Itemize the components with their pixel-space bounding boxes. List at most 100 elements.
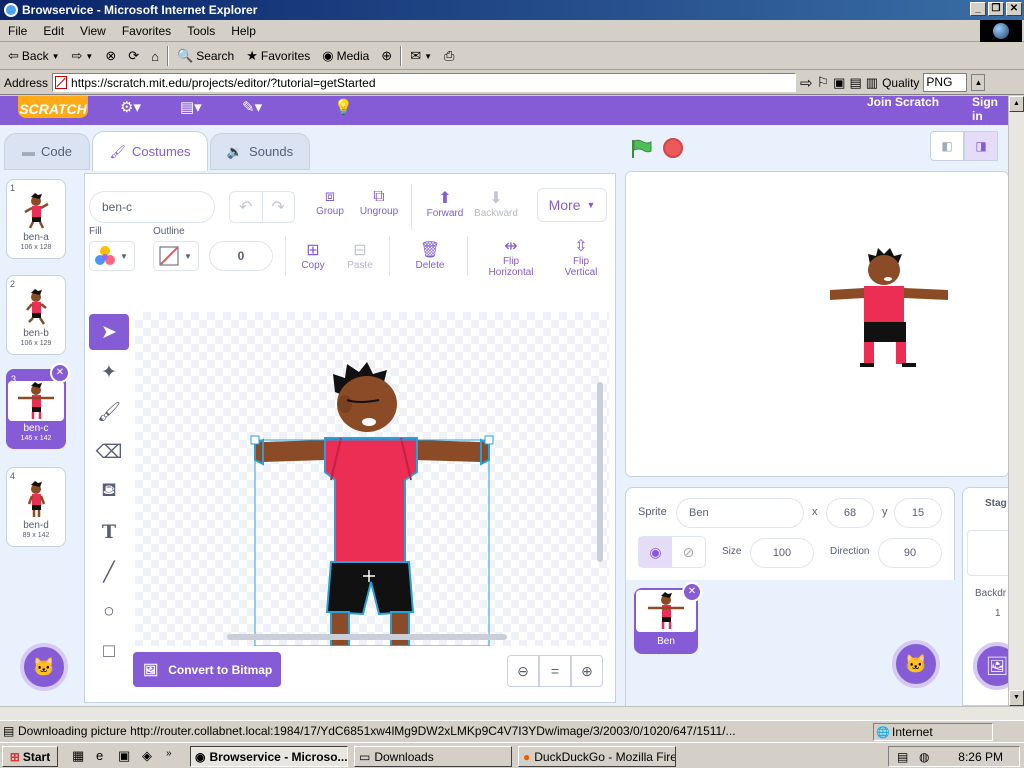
group-button[interactable]: ⧈ Group (313, 188, 347, 217)
task-downloads[interactable]: ▭ Downloads (354, 746, 512, 767)
fill-color-picker[interactable]: ▼ (89, 241, 135, 271)
costume-tile[interactable]: 2 ben-b 106 x 129 (6, 275, 66, 355)
convert-to-bitmap-button[interactable]: 🖼 Convert to Bitmap (133, 652, 281, 687)
start-button[interactable]: ⊞ Start (2, 746, 58, 767)
zoom-reset-button[interactable]: = (539, 655, 571, 687)
forward-button[interactable]: ⇨ ▼ (68, 46, 98, 66)
costume-tile-selected[interactable]: 3 ben-c 146 x 142 ✕ (6, 363, 70, 449)
zoom-out-button[interactable]: ⊖ (507, 655, 539, 687)
costume-tile[interactable]: 1 ben-a 106 x 128 (6, 179, 66, 259)
ungroup-button[interactable]: ⧉ Ungroup (357, 188, 401, 217)
scroll-down-icon[interactable]: ▼ (1009, 690, 1024, 706)
mail-button[interactable]: ✉ ▼ (406, 46, 436, 66)
paint-canvas[interactable] (135, 312, 609, 646)
brush-tool[interactable]: 🖌 (89, 394, 129, 430)
outline-color-picker[interactable]: ▼ (153, 241, 199, 271)
quality-select[interactable]: PNG (923, 73, 968, 92)
flip-vertical-button[interactable]: ⇳ Flip Vertical (555, 236, 607, 278)
choose-sprite-button[interactable]: 🐱 (892, 640, 940, 688)
settings-gear-icon[interactable]: ⚙▾ (120, 98, 141, 116)
menu-help[interactable]: Help (223, 24, 264, 38)
menu-tools[interactable]: Tools (179, 24, 223, 38)
horizontal-scrollbar[interactable] (0, 706, 1024, 720)
large-stage-button[interactable]: ◨ (964, 131, 998, 161)
history-button[interactable]: ⊕ (377, 46, 396, 66)
network-icon[interactable]: ▤ (897, 750, 908, 764)
explorer-quicklaunch-icon[interactable]: ▣ (118, 748, 130, 764)
media-button[interactable]: ◉ Media (318, 46, 373, 66)
show-desktop-icon[interactable]: ▦ (72, 748, 84, 764)
redo-icon[interactable]: ↷ (263, 192, 295, 222)
menu-favorites[interactable]: Favorites (114, 24, 179, 38)
ie-quicklaunch-icon[interactable]: e (96, 748, 103, 763)
scratch-logo[interactable]: SCRATCH (18, 96, 88, 118)
chevron-right-icon[interactable]: » (166, 748, 172, 759)
flip-horizontal-button[interactable]: ⇹ Flip Horizontal (481, 236, 541, 278)
select-tool[interactable]: ➤ (89, 314, 129, 350)
tab-costumes[interactable]: 🖌 Costumes (92, 131, 208, 171)
print-button[interactable]: ⎙ (440, 46, 458, 66)
tab-sounds[interactable]: 🔉 Sounds (210, 133, 310, 170)
sprite-tile-selected[interactable]: Ben ✕ (634, 582, 702, 654)
stage-thumbnail[interactable] (967, 530, 1008, 576)
address-input[interactable]: https://scratch.mit.edu/projects/editor/… (52, 73, 797, 92)
nav-icon-2[interactable]: ▤ (849, 75, 861, 91)
task-firefox[interactable]: ● DuckDuckGo - Mozilla Fire... (518, 746, 676, 767)
search-button[interactable]: 🔍 Search (173, 46, 238, 66)
stage[interactable] (625, 171, 1008, 477)
menu-view[interactable]: View (72, 24, 114, 38)
more-menu-button[interactable]: More ▼ (537, 188, 607, 222)
stop-button-scratch[interactable] (663, 138, 683, 158)
green-flag-button[interactable] (630, 138, 652, 163)
undo-icon[interactable]: ↶ (230, 192, 263, 222)
copy-button[interactable]: ⊞ Copy (295, 240, 331, 271)
quality-dropdown-icon[interactable]: ▲ (971, 74, 986, 91)
nav-icon-1[interactable]: ▣ (833, 75, 845, 91)
go-arrow-icon[interactable]: ⇨ (800, 74, 813, 92)
close-button[interactable]: ✕ (1006, 2, 1022, 16)
join-scratch-link[interactable]: Join Scratch (867, 96, 939, 109)
delete-button[interactable]: 🗑 Delete (407, 240, 453, 271)
zoom-in-button[interactable]: ⊕ (571, 655, 603, 687)
task-browservice[interactable]: ◉ Browservice - Microso... (190, 746, 348, 767)
direction-input[interactable]: 90 (878, 538, 942, 568)
hide-eye-icon[interactable]: ⊘ (672, 537, 705, 567)
media-quicklaunch-icon[interactable]: ◈ (142, 748, 152, 764)
volume-icon[interactable]: ◍ (919, 750, 929, 764)
costume-tile[interactable]: 4 ben-d 89 x 142 (6, 467, 66, 547)
file-menu-icon[interactable]: ▤▾ (180, 98, 202, 116)
small-stage-button[interactable]: ◧ (930, 131, 964, 161)
costume-name-input[interactable]: ben-c (89, 191, 215, 223)
delete-sprite-icon[interactable]: ✕ (682, 582, 702, 602)
rectangle-tool[interactable]: □ (89, 634, 129, 670)
line-tool[interactable]: ╱ (89, 554, 129, 590)
y-position-input[interactable]: 15 (894, 498, 942, 528)
delete-costume-icon[interactable]: ✕ (50, 363, 70, 383)
tab-code[interactable]: ▬ Code (4, 133, 90, 170)
stop-button[interactable]: ⊗ (101, 46, 120, 66)
reshape-tool[interactable]: ✦ (89, 354, 129, 390)
x-position-input[interactable]: 68 (826, 498, 874, 528)
back-button[interactable]: ⇦ Back ▼ (4, 46, 64, 66)
outline-width-input[interactable]: 0 (209, 241, 273, 271)
size-input[interactable]: 100 (750, 538, 814, 568)
bookmark-icon[interactable]: ⚐ (817, 74, 830, 91)
scroll-up-icon[interactable]: ▲ (1009, 96, 1024, 112)
show-eye-icon[interactable]: ◉ (639, 537, 672, 567)
choose-costume-button[interactable]: 🐱 (20, 643, 68, 691)
choose-backdrop-button[interactable]: 🖼 (973, 642, 1008, 690)
menu-file[interactable]: File (0, 24, 35, 38)
sprite-name-input[interactable]: Ben (676, 498, 804, 528)
sign-in-link[interactable]: Sign in (972, 96, 1008, 123)
refresh-button[interactable]: ⟳ (124, 46, 143, 66)
eraser-tool[interactable]: ⌫ (89, 434, 129, 470)
home-button[interactable]: ⌂ (147, 47, 163, 66)
minimize-button[interactable]: _ (970, 2, 986, 16)
menu-edit[interactable]: Edit (35, 24, 72, 38)
edit-pencil-icon[interactable]: ✎▾ (242, 98, 262, 116)
paste-button[interactable]: ⊟ Paste (341, 240, 379, 271)
favorites-button[interactable]: ★ Favorites (242, 46, 314, 66)
nav-icon-3[interactable]: ▥ (866, 75, 878, 91)
restore-button[interactable]: ❐ (988, 2, 1004, 16)
forward-layer-button[interactable]: ⬆ Forward (421, 188, 469, 219)
